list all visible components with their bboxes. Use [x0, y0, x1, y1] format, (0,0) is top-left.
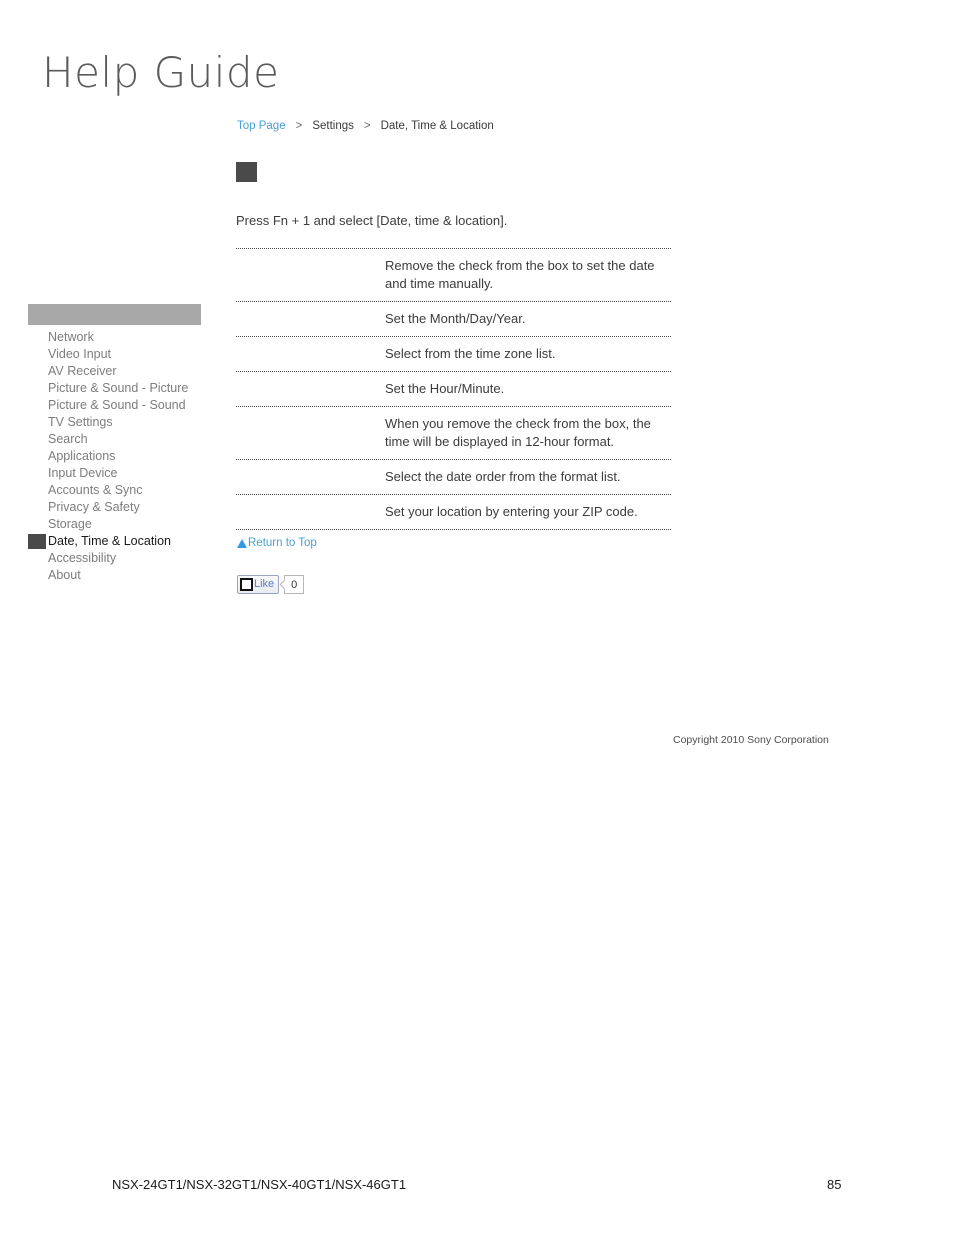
- like-count-badge: 0: [284, 575, 305, 594]
- table-cell-label: [236, 337, 385, 371]
- breadcrumb-separator-2: >: [363, 120, 371, 132]
- table-row: Select the date order from the format li…: [236, 459, 671, 494]
- breadcrumb-current-page: Date, Time & Location: [380, 120, 494, 132]
- sidebar-item-list: Network Video Input AV Receiver Picture …: [28, 329, 201, 584]
- sidebar-item-input-device[interactable]: Input Device: [28, 465, 201, 482]
- sidebar-item-applications[interactable]: Applications: [28, 448, 201, 465]
- sidebar-item-about[interactable]: About: [28, 567, 201, 584]
- table-cell-label: [236, 460, 385, 494]
- active-item-marker-icon: [28, 534, 46, 549]
- facebook-like-widget: Like 0: [237, 574, 305, 595]
- footer-page-number: 85: [827, 1177, 842, 1192]
- sidebar-item-accounts-sync[interactable]: Accounts & Sync: [28, 482, 201, 499]
- table-cell-label: [236, 249, 385, 301]
- triangle-up-icon: [237, 538, 247, 548]
- return-to-top-label: Return to Top: [248, 537, 317, 549]
- sidebar-item-network[interactable]: Network: [28, 329, 201, 346]
- table-cell-description: Remove the check from the box to set the…: [385, 258, 655, 291]
- table-row: Remove the check from the box to set the…: [236, 248, 671, 301]
- table-row: When you remove the check from the box, …: [236, 406, 671, 459]
- table-row: Set the Month/Day/Year.: [236, 301, 671, 336]
- table-cell-label: [236, 407, 385, 459]
- sidebar-item-date-time-location[interactable]: Date, Time & Location: [28, 533, 201, 550]
- like-button[interactable]: Like: [237, 575, 280, 594]
- sidebar-item-search[interactable]: Search: [28, 431, 201, 448]
- sidebar-item-privacy-safety[interactable]: Privacy & Safety: [28, 499, 201, 516]
- sidebar-item-video-input[interactable]: Video Input: [28, 346, 201, 363]
- sidebar-item-storage[interactable]: Storage: [28, 516, 201, 533]
- thumbs-up-icon: [240, 578, 253, 591]
- settings-description-table: Remove the check from the box to set the…: [236, 248, 671, 530]
- table-row: Select from the time zone list.: [236, 336, 671, 371]
- table-cell-label: [236, 495, 385, 529]
- sidebar-item-label: Privacy & Safety: [48, 500, 140, 514]
- table-cell-description: When you remove the check from the box, …: [385, 416, 651, 449]
- intro-paragraph: Press Fn + 1 and select [Date, time & lo…: [236, 213, 508, 228]
- table-cell-label: [236, 302, 385, 336]
- sidebar-item-label: AV Receiver: [48, 364, 117, 378]
- table-cell-label: [236, 372, 385, 406]
- table-cell-description: Set your location by entering your ZIP c…: [385, 504, 638, 519]
- sidebar-item-label: Network: [48, 330, 94, 344]
- sidebar-item-label: About: [48, 568, 81, 582]
- sidebar-item-picture-sound-picture[interactable]: Picture & Sound - Picture: [28, 380, 201, 397]
- like-button-label: Like: [254, 578, 275, 590]
- breadcrumb-settings[interactable]: Settings: [312, 120, 354, 132]
- table-row: Set the Hour/Minute.: [236, 371, 671, 406]
- sidebar-header-bar: [28, 304, 201, 325]
- footer-model-numbers: NSX-24GT1/NSX-32GT1/NSX-40GT1/NSX-46GT1: [112, 1177, 407, 1192]
- sidebar-item-tv-settings[interactable]: TV Settings: [28, 414, 201, 431]
- table-cell-description: Select the date order from the format li…: [385, 469, 621, 484]
- help-guide-logo: Help Guide: [42, 48, 280, 97]
- sidebar-item-label: Picture & Sound - Picture: [48, 381, 189, 395]
- sidebar-item-picture-sound-sound[interactable]: Picture & Sound - Sound: [28, 397, 201, 414]
- sidebar-item-label: Accounts & Sync: [48, 483, 143, 497]
- sidebar-item-av-receiver[interactable]: AV Receiver: [28, 363, 201, 380]
- sidebar-item-label: Picture & Sound - Sound: [48, 398, 186, 412]
- section-marker-icon: [236, 162, 257, 182]
- main-content: Press Fn + 1 and select [Date, time & lo…: [236, 162, 672, 530]
- table-cell-description: Set the Hour/Minute.: [385, 381, 505, 396]
- table-cell-description: Set the Month/Day/Year.: [385, 311, 526, 326]
- sidebar-item-label: Applications: [48, 449, 116, 463]
- sidebar-item-label: Video Input: [48, 347, 112, 361]
- sidebar-item-label: Search: [48, 432, 88, 446]
- copyright-notice: Copyright 2010 Sony Corporation: [673, 734, 829, 746]
- sidebar-item-accessibility[interactable]: Accessibility: [28, 550, 201, 567]
- sidebar-item-label: Storage: [48, 517, 92, 531]
- breadcrumb-top-page-link[interactable]: Top Page: [237, 120, 286, 132]
- breadcrumb-separator-1: >: [295, 120, 303, 132]
- sidebar-navigation: Network Video Input AV Receiver Picture …: [28, 304, 201, 584]
- breadcrumb: Top Page > Settings > Date, Time & Locat…: [237, 120, 494, 132]
- sidebar-item-label: Accessibility: [48, 551, 117, 565]
- table-row: Set your location by entering your ZIP c…: [236, 494, 671, 530]
- return-to-top-link[interactable]: Return to Top: [237, 537, 317, 549]
- sidebar-item-label: Input Device: [48, 466, 118, 480]
- sidebar-item-label: Date, Time & Location: [48, 534, 171, 548]
- sidebar-item-label: TV Settings: [48, 415, 113, 429]
- table-cell-description: Select from the time zone list.: [385, 346, 556, 361]
